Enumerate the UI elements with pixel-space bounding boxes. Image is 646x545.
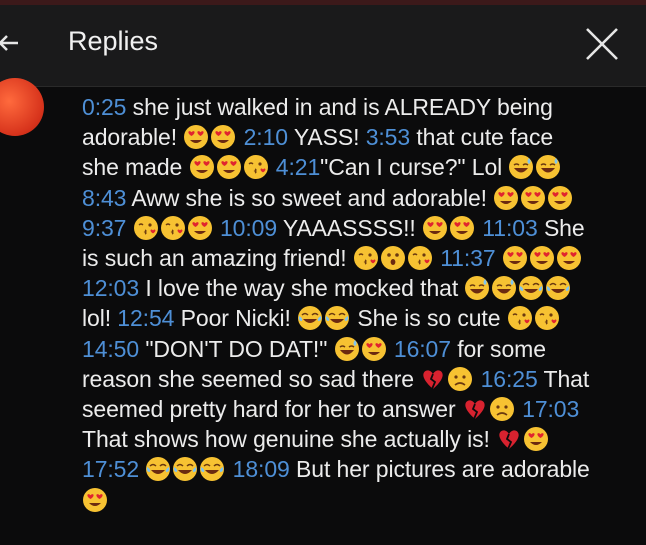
- heart-eyes-icon: [502, 245, 528, 271]
- heart-eyes-icon: [449, 215, 475, 241]
- comment-text-segment: I love the way she mocked that: [139, 275, 465, 302]
- joy-icon: [199, 456, 225, 482]
- replies-header: Replies: [0, 0, 646, 87]
- sweat-smile-icon: [535, 154, 561, 180]
- joy-icon: [297, 305, 323, 331]
- comment-text-segment: "DON'T DO DAT!": [139, 335, 334, 362]
- kiss-icon: [534, 305, 560, 331]
- timestamp-link[interactable]: 11:03: [482, 215, 537, 241]
- timestamp-link[interactable]: 9:37: [82, 215, 126, 241]
- kiss-icon: [133, 215, 159, 241]
- kiss-icon: [507, 305, 533, 331]
- arrow-left-icon[interactable]: [0, 28, 26, 58]
- timestamp-link[interactable]: 17:52: [82, 456, 139, 482]
- heart-eyes-icon: [529, 245, 555, 271]
- timestamp-link[interactable]: 3:53: [366, 124, 410, 150]
- close-icon: [586, 28, 618, 60]
- joy-icon: [518, 275, 544, 301]
- hushed-icon: [380, 245, 406, 271]
- sweat-smile-icon: [491, 275, 517, 301]
- broken-heart-icon: [496, 426, 522, 452]
- heart-eyes-icon: [82, 487, 108, 513]
- sweat-smile-icon: [508, 154, 534, 180]
- joy-icon: [324, 305, 350, 331]
- heart-eyes-icon: [520, 185, 546, 211]
- page-title: Replies: [68, 26, 159, 56]
- kiss-icon: [353, 245, 379, 271]
- heart-eyes-icon: [187, 215, 213, 241]
- heart-eyes-icon: [493, 185, 519, 211]
- comment-text-segment: YAAASSSS!!: [277, 214, 422, 241]
- timestamp-link[interactable]: 8:43: [82, 185, 126, 211]
- broken-heart-icon: [420, 366, 446, 392]
- timestamp-link[interactable]: 12:54: [117, 305, 174, 331]
- comment-text-segment: That shows how genuine she actually is!: [82, 426, 497, 453]
- heart-eyes-icon: [361, 336, 387, 362]
- sad-icon: [447, 366, 473, 392]
- timestamp-link[interactable]: 0:25: [82, 94, 126, 120]
- comment-text-segment: Aww she is so sweet and adorable!: [126, 184, 494, 211]
- heart-eyes-icon: [523, 426, 549, 452]
- comment-text-segment: YASS!: [287, 124, 366, 151]
- timestamp-link[interactable]: 16:25: [481, 366, 538, 392]
- heart-eyes-icon: [422, 215, 448, 241]
- comment-text-segment: lol!: [82, 305, 118, 332]
- comment-text-segment: Poor Nicki!: [174, 305, 298, 332]
- heart-eyes-icon: [210, 124, 236, 150]
- heart-eyes-icon: [189, 154, 215, 180]
- timestamp-link[interactable]: 14:50: [82, 336, 139, 362]
- kiss-icon: [243, 154, 269, 180]
- timestamp-link[interactable]: 4:21: [276, 154, 320, 180]
- timestamp-link[interactable]: 2:10: [244, 124, 288, 150]
- joy-icon: [172, 456, 198, 482]
- heart-eyes-icon: [216, 154, 242, 180]
- timestamp-link[interactable]: 12:03: [82, 275, 139, 301]
- header-accent-strip: [0, 0, 646, 5]
- heart-eyes-icon: [556, 245, 582, 271]
- kiss-icon: [407, 245, 433, 271]
- sad-icon: [489, 396, 515, 422]
- sweat-smile-icon: [334, 336, 360, 362]
- kiss-icon: [160, 215, 186, 241]
- heart-eyes-icon: [183, 124, 209, 150]
- timestamp-link[interactable]: 17:03: [522, 396, 579, 422]
- comment-text-segment: But her pictures are adorable: [289, 456, 590, 483]
- sweat-smile-icon: [464, 275, 490, 301]
- reply-comment-text: 0:25 she just walked in and is ALREADY b…: [82, 92, 594, 515]
- comment-text-segment: She is so cute: [351, 305, 507, 332]
- joy-icon: [545, 275, 571, 301]
- heart-eyes-icon: [547, 185, 573, 211]
- close-button[interactable]: [580, 22, 624, 66]
- timestamp-link[interactable]: 10:09: [220, 215, 277, 241]
- timestamp-link[interactable]: 16:07: [394, 336, 451, 362]
- comment-text-segment: "Can I curse?" Lol: [320, 154, 509, 181]
- joy-icon: [145, 456, 171, 482]
- broken-heart-icon: [462, 396, 488, 422]
- timestamp-link[interactable]: 11:37: [440, 245, 495, 271]
- timestamp-link[interactable]: 18:09: [233, 456, 290, 482]
